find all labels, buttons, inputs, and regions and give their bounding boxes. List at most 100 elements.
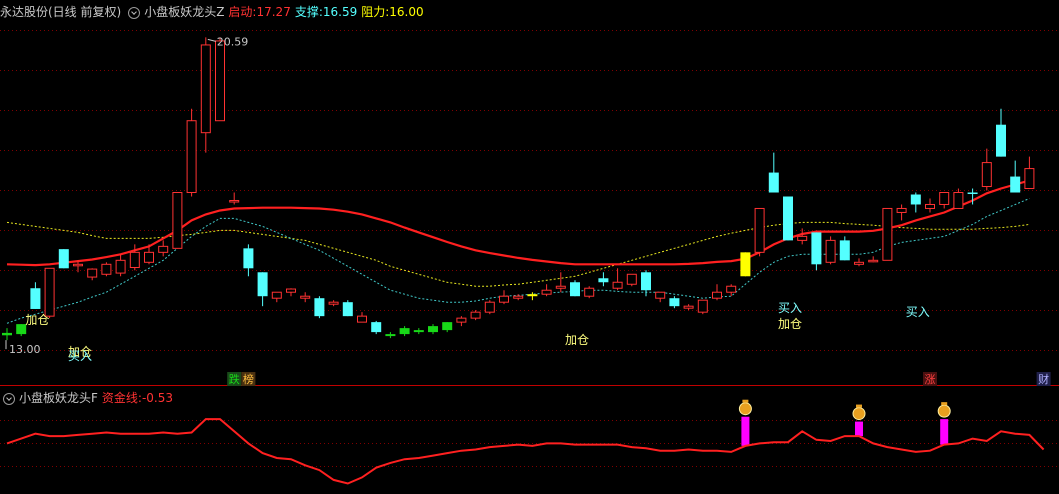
candle <box>499 290 509 305</box>
event-badge: 涨 <box>923 372 937 386</box>
candle <box>981 148 992 191</box>
candle-body <box>697 299 708 313</box>
candle-body <box>342 302 353 317</box>
candle <box>939 192 950 209</box>
candle <box>655 291 666 303</box>
candle <box>868 256 879 263</box>
candle <box>385 332 396 339</box>
event-badge: 跌 <box>227 372 242 386</box>
signal-label: 买入 <box>906 305 930 319</box>
candle-body <box>783 196 793 241</box>
candle <box>456 316 467 327</box>
candle-body <box>541 289 552 295</box>
candle-body <box>243 248 254 269</box>
candle <box>58 249 69 269</box>
candle-body <box>527 294 538 297</box>
money-bag-shape <box>937 404 951 418</box>
money-bag-top <box>856 404 862 408</box>
candle-body <box>641 272 651 291</box>
candle-body <box>584 287 595 297</box>
candle-body <box>839 240 850 261</box>
candle-body <box>1010 176 1021 193</box>
candle-body <box>811 232 822 265</box>
candle-body <box>910 194 921 205</box>
candle <box>811 232 822 271</box>
candle-body <box>385 334 396 337</box>
event-badge-label: 跌 <box>229 372 240 386</box>
candle-body <box>328 301 339 305</box>
candle <box>101 262 112 277</box>
candle-body <box>172 192 183 249</box>
candle <box>882 207 893 261</box>
candle-body <box>229 199 240 203</box>
candle <box>484 300 495 315</box>
candle-body <box>570 282 580 297</box>
event-badge: 榜 <box>241 372 256 386</box>
candle-body <box>200 44 211 134</box>
candle <box>215 37 225 122</box>
candle-body <box>499 295 509 303</box>
event-badge-label: 涨 <box>925 373 936 386</box>
candle-body <box>87 268 98 278</box>
candle <box>413 328 424 335</box>
candle <box>825 236 836 265</box>
candle <box>839 236 850 261</box>
candle-body <box>868 259 879 263</box>
candle <box>271 291 282 303</box>
candle-body <box>399 328 410 335</box>
candle-body <box>925 203 935 209</box>
candle-body <box>555 285 566 289</box>
signal-bar <box>940 419 949 445</box>
event-badge: 财 <box>1036 372 1051 386</box>
candle-body <box>598 278 609 283</box>
candle-body <box>740 252 751 277</box>
event-badge-label: 榜 <box>243 372 254 386</box>
signal-label: 加仓 <box>565 333 589 347</box>
candle <box>740 252 751 277</box>
candle-body <box>101 263 112 275</box>
candle-body <box>58 249 69 269</box>
candle-body <box>797 235 808 241</box>
candle <box>754 207 765 257</box>
candle-body <box>896 207 907 213</box>
candle-body <box>513 295 524 299</box>
candle <box>300 292 311 303</box>
candle-body <box>996 124 1006 157</box>
candle <box>172 192 183 249</box>
stock-chart[interactable]: 20.5913.00加仓加仓买入加仓买入加仓买入跌榜涨财 <box>0 0 1059 494</box>
candle <box>570 280 580 297</box>
candle-body <box>158 245 169 253</box>
signal-label: 加仓 <box>778 317 802 331</box>
candle-body <box>44 267 55 317</box>
candle-body <box>413 330 424 333</box>
candle <box>953 188 964 209</box>
candle <box>797 228 808 245</box>
candle <box>158 240 169 257</box>
candle <box>910 192 921 213</box>
candle <box>726 284 737 297</box>
candle <box>598 272 609 287</box>
max-price-label: 20.59 <box>217 35 249 48</box>
signal-label: 买入 <box>778 301 802 315</box>
money-bag-top <box>742 399 749 403</box>
candle-body <box>73 263 83 267</box>
candle-body <box>215 40 225 122</box>
candle-body <box>470 311 481 319</box>
candle-body <box>129 251 140 268</box>
candle <box>399 326 410 337</box>
candle <box>697 299 708 315</box>
money-bag-shape <box>738 402 752 416</box>
candle <box>257 272 268 307</box>
candle-body <box>953 192 964 209</box>
candle-body <box>314 298 325 317</box>
candle <box>527 292 538 301</box>
signal-label: 买入 <box>68 349 92 363</box>
candle-body <box>825 239 836 263</box>
candle-body <box>712 291 722 299</box>
candle <box>44 267 55 319</box>
candle-body <box>428 326 438 333</box>
money-bag-icon <box>852 404 866 421</box>
candle <box>342 300 353 317</box>
candle <box>314 296 325 319</box>
candle <box>30 282 41 309</box>
